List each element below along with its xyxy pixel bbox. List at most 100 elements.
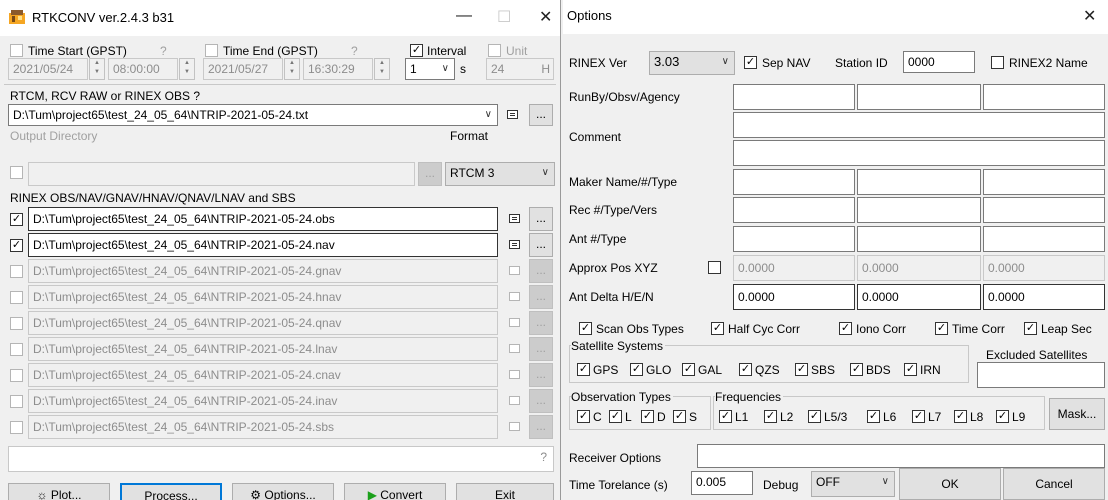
- ok-button[interactable]: OK: [899, 468, 1001, 500]
- output-dir-checkbox[interactable]: [10, 166, 23, 179]
- output-dir-browse-button[interactable]: ...: [418, 162, 442, 186]
- station-id-input[interactable]: 0000: [903, 51, 975, 73]
- maximize-icon[interactable]: ☐: [497, 7, 511, 27]
- output-checkbox[interactable]: ✓: [10, 239, 23, 252]
- sat-sys-bds-checkbox[interactable]: ✓: [850, 363, 863, 376]
- freq-checkbox[interactable]: ✓: [808, 410, 821, 423]
- obs-type-checkbox[interactable]: ✓: [673, 410, 686, 423]
- output-browse-button[interactable]: ...: [529, 233, 553, 257]
- time-start-date[interactable]: 2021/05/24: [8, 58, 88, 80]
- view-file-icon[interactable]: [507, 110, 518, 119]
- sep-nav-checkbox[interactable]: ✓: [744, 56, 757, 69]
- time-end-checkbox[interactable]: [205, 44, 218, 57]
- time-start-time-spin[interactable]: ▲ ▼: [179, 58, 195, 80]
- output-file-field[interactable]: D:\Tum\project65\test_24_05_64\NTRIP-202…: [28, 259, 498, 283]
- time-corr-checkbox[interactable]: ✓: [935, 322, 948, 335]
- output-checkbox[interactable]: [10, 291, 23, 304]
- sat-sys-gps-checkbox[interactable]: ✓: [577, 363, 590, 376]
- time-tolerance-input[interactable]: 0.005: [691, 471, 753, 495]
- unit-checkbox[interactable]: [488, 44, 501, 57]
- time-start-checkbox[interactable]: [10, 44, 23, 57]
- time-start-help[interactable]: ?: [160, 44, 167, 58]
- time-start-date-spin[interactable]: ▲ ▼: [89, 58, 105, 80]
- debug-select[interactable]: OFF ∨: [811, 471, 895, 497]
- receiver-options-input[interactable]: [697, 444, 1105, 468]
- cancel-button[interactable]: Cancel: [1003, 468, 1105, 500]
- options-titlebar[interactable]: Options ✕: [563, 0, 1108, 34]
- format-select[interactable]: RTCM 3 ∨: [445, 162, 555, 186]
- view-file-icon[interactable]: [509, 240, 520, 249]
- rtkconv-titlebar[interactable]: RTKCONV ver.2.4.3 b31 — ☐ ✕: [0, 0, 560, 36]
- freq-checkbox[interactable]: ✓: [764, 410, 777, 423]
- marker-number-input[interactable]: [857, 169, 981, 195]
- output-browse-button[interactable]: ...: [529, 363, 553, 387]
- output-checkbox[interactable]: [10, 343, 23, 356]
- sat-sys-irn-checkbox[interactable]: ✓: [904, 363, 917, 376]
- marker-name-input[interactable]: [733, 169, 855, 195]
- view-file-icon[interactable]: [509, 396, 520, 405]
- view-file-icon[interactable]: [509, 266, 520, 275]
- view-file-icon[interactable]: [509, 318, 520, 327]
- output-file-field[interactable]: D:\Tum\project65\test_24_05_64\NTRIP-202…: [28, 311, 498, 335]
- freq-checkbox[interactable]: ✓: [912, 410, 925, 423]
- output-checkbox[interactable]: [10, 369, 23, 382]
- freq-checkbox[interactable]: ✓: [867, 410, 880, 423]
- rec-number-input[interactable]: [733, 197, 855, 223]
- minimize-icon[interactable]: —: [456, 7, 472, 25]
- time-end-date[interactable]: 2021/05/27: [203, 58, 283, 80]
- approx-pos-z[interactable]: 0.0000: [983, 255, 1105, 281]
- view-file-icon[interactable]: [509, 292, 520, 301]
- time-end-date-spin[interactable]: ▲ ▼: [284, 58, 300, 80]
- ant-extra-input[interactable]: [983, 226, 1105, 252]
- freq-checkbox[interactable]: ✓: [719, 410, 732, 423]
- output-checkbox[interactable]: [10, 317, 23, 330]
- mask-button[interactable]: Mask...: [1049, 398, 1105, 430]
- exit-button[interactable]: Exit: [456, 483, 554, 500]
- output-checkbox[interactable]: [10, 421, 23, 434]
- interval-select[interactable]: 1 ∨: [405, 58, 455, 80]
- options-button[interactable]: ⚙ Options...: [232, 483, 334, 500]
- input-browse-button[interactable]: ...: [529, 104, 553, 126]
- status-help[interactable]: ?: [540, 447, 547, 467]
- output-checkbox[interactable]: [10, 265, 23, 278]
- input-file-combo[interactable]: D:\Tum\project65\test_24_05_64\NTRIP-202…: [8, 104, 498, 126]
- obs-type-checkbox[interactable]: ✓: [609, 410, 622, 423]
- freq-checkbox[interactable]: ✓: [954, 410, 967, 423]
- marker-type-input[interactable]: [983, 169, 1105, 195]
- obs-type-checkbox[interactable]: ✓: [641, 410, 654, 423]
- interval-checkbox[interactable]: ✓: [410, 44, 423, 57]
- plot-button[interactable]: ☼ Plot...: [8, 483, 110, 500]
- time-end-help[interactable]: ?: [351, 44, 358, 58]
- time-end-time-spin[interactable]: ▲ ▼: [374, 58, 390, 80]
- time-end-time[interactable]: 16:30:29: [303, 58, 373, 80]
- comment-input-2[interactable]: [733, 140, 1105, 166]
- ant-number-input[interactable]: [733, 226, 855, 252]
- output-browse-button[interactable]: ...: [529, 207, 553, 231]
- rec-version-input[interactable]: [983, 197, 1105, 223]
- output-file-field[interactable]: D:\Tum\project65\test_24_05_64\NTRIP-202…: [28, 207, 498, 231]
- view-file-icon[interactable]: [509, 214, 520, 223]
- output-dir-input[interactable]: [28, 162, 415, 186]
- output-browse-button[interactable]: ...: [529, 389, 553, 413]
- output-file-field[interactable]: D:\Tum\project65\test_24_05_64\NTRIP-202…: [28, 285, 498, 309]
- approx-pos-y[interactable]: 0.0000: [857, 255, 981, 281]
- output-file-field[interactable]: D:\Tum\project65\test_24_05_64\NTRIP-202…: [28, 415, 498, 439]
- rinex2-name-checkbox[interactable]: [991, 56, 1004, 69]
- output-browse-button[interactable]: ...: [529, 285, 553, 309]
- time-start-time[interactable]: 08:00:00: [108, 58, 178, 80]
- convert-button[interactable]: ▶ Convert: [344, 483, 446, 500]
- sat-sys-glo-checkbox[interactable]: ✓: [630, 363, 643, 376]
- ant-type-input[interactable]: [857, 226, 981, 252]
- ant-delta-h[interactable]: 0.0000: [733, 284, 855, 310]
- approx-pos-x[interactable]: 0.0000: [733, 255, 855, 281]
- obs-type-checkbox[interactable]: ✓: [577, 410, 590, 423]
- agency-input[interactable]: [983, 84, 1105, 110]
- output-browse-button[interactable]: ...: [529, 259, 553, 283]
- observer-input[interactable]: [857, 84, 981, 110]
- unit-input[interactable]: 24 H: [486, 58, 554, 80]
- iono-corr-checkbox[interactable]: ✓: [839, 322, 852, 335]
- ant-delta-e[interactable]: 0.0000: [857, 284, 981, 310]
- output-browse-button[interactable]: ...: [529, 311, 553, 335]
- output-file-field[interactable]: D:\Tum\project65\test_24_05_64\NTRIP-202…: [28, 233, 498, 257]
- output-browse-button[interactable]: ...: [529, 415, 553, 439]
